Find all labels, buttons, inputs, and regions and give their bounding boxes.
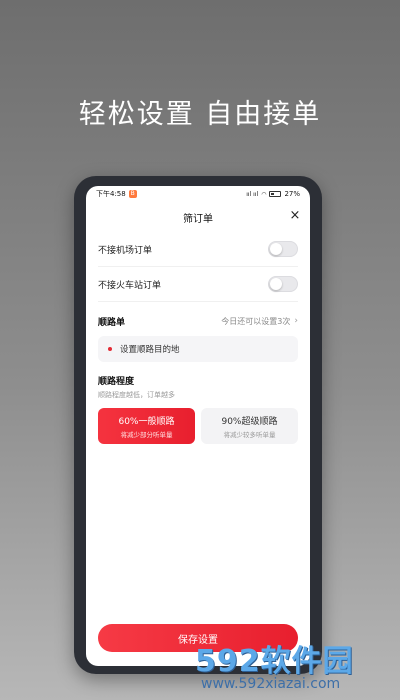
toggle-knob bbox=[270, 243, 282, 255]
dialog-title: 筛订单 bbox=[183, 213, 213, 225]
wifi-icon: ◠ bbox=[261, 190, 267, 198]
phone-frame: 下午4:58 B ııl ııl ◠ 27% 筛订单 × 不接机场订单 不接火车… bbox=[74, 176, 322, 674]
option-60-percent[interactable]: 60%一般顺路 将减少部分听单量 bbox=[98, 408, 195, 444]
headline: 轻松设置 自由接单 bbox=[78, 99, 322, 130]
status-left: 下午4:58 B bbox=[96, 189, 137, 199]
toggle-row-airport: 不接机场订单 bbox=[98, 232, 298, 267]
route-section-title: 顺路单 bbox=[98, 317, 126, 328]
option-subtitle: 将减少较多听单量 bbox=[223, 430, 276, 439]
degree-options: 60%一般顺路 将减少部分听单量 90%超级顺路 将减少较多听单量 bbox=[98, 408, 298, 444]
status-bar: 下午4:58 B ııl ııl ◠ 27% bbox=[86, 186, 310, 202]
destination-placeholder: 设置顺路目的地 bbox=[120, 345, 180, 355]
option-title: 60%一般顺路 bbox=[118, 416, 175, 427]
destination-input[interactable]: 设置顺路目的地 bbox=[98, 336, 298, 362]
toggle-label-airport: 不接机场订单 bbox=[98, 245, 153, 256]
degree-section-subtitle: 顺路程度越低，订单越多 bbox=[98, 391, 175, 399]
watermark-brand: 592软件园 bbox=[195, 644, 354, 679]
toggle-airport[interactable] bbox=[268, 241, 298, 257]
phone-screen: 下午4:58 B ııl ııl ◠ 27% 筛订单 × 不接机场订单 不接火车… bbox=[86, 186, 310, 666]
toggle-knob bbox=[270, 278, 282, 290]
red-dot-icon bbox=[108, 347, 112, 351]
route-remaining-text: 今日还可以设置3次 bbox=[221, 316, 291, 326]
close-icon[interactable]: × bbox=[288, 209, 302, 223]
battery-icon bbox=[269, 191, 282, 197]
chevron-right-icon: › bbox=[294, 316, 298, 326]
degree-section-title: 顺路程度 bbox=[98, 377, 135, 387]
option-90-percent[interactable]: 90%超级顺路 将减少较多听单量 bbox=[201, 408, 298, 444]
toggle-label-train: 不接火车站订单 bbox=[98, 280, 162, 291]
watermark-url: www.592xiazai.com bbox=[201, 676, 341, 692]
notification-badge-icon: B bbox=[128, 190, 137, 198]
route-remaining-link[interactable]: 今日还可以设置3次 › bbox=[221, 316, 298, 327]
watermark-logo: 592软件园 www.592xiazai.com bbox=[195, 636, 395, 696]
option-subtitle: 将减少部分听单量 bbox=[120, 430, 173, 439]
dialog-header: 筛订单 × bbox=[86, 202, 310, 232]
status-right: ııl ııl ◠ 27% bbox=[246, 190, 300, 198]
option-title: 90%超级顺路 bbox=[221, 416, 278, 427]
battery-percent: 27% bbox=[284, 190, 300, 198]
toggle-row-train: 不接火车站订单 bbox=[98, 267, 298, 302]
signal-icon: ııl ııl bbox=[246, 190, 259, 198]
status-time: 下午4:58 bbox=[96, 190, 126, 198]
route-section-header: 顺路单 今日还可以设置3次 › bbox=[98, 312, 298, 330]
toggle-train[interactable] bbox=[268, 276, 298, 292]
